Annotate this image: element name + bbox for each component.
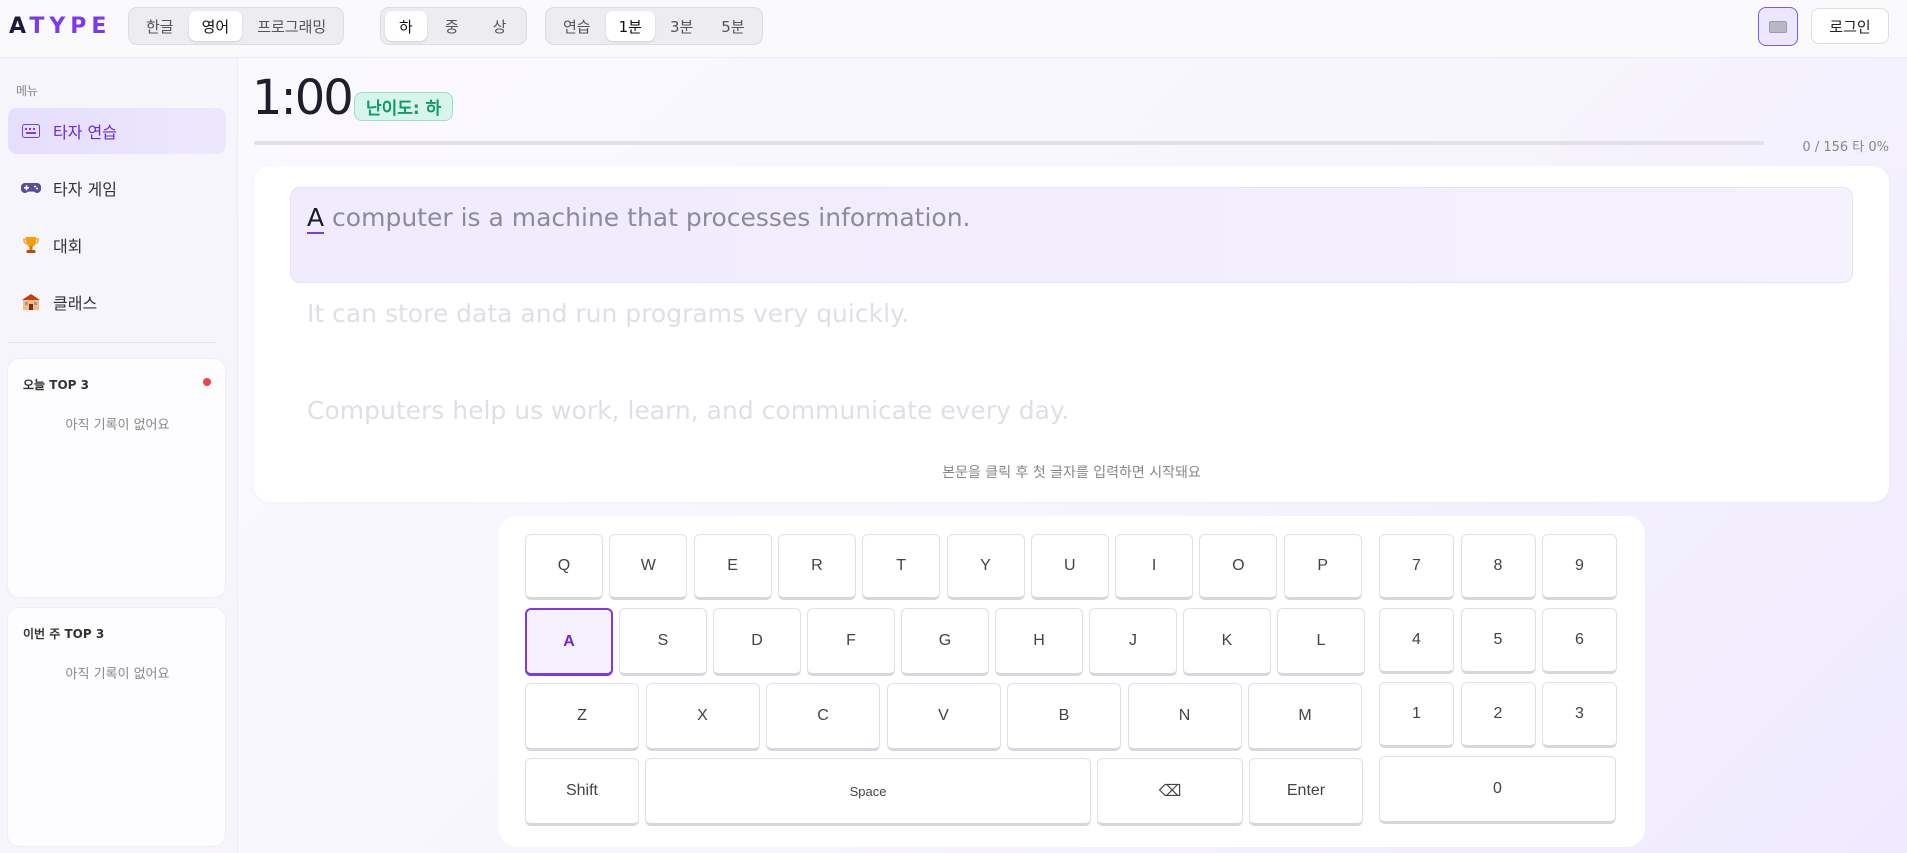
sidebar-item-label: 타자 연습 [53,123,117,142]
tab-korean[interactable]: 한글 [133,11,187,41]
today-top3-title: 오늘 TOP 3 [23,378,89,392]
key-3[interactable]: 3 [1542,682,1617,748]
virtual-keyboard: Q W E R T Y U I O P A S D F G H J K L Z X C V B N M Shift Space ⌫ Ent… [499,516,1645,847]
key-0[interactable]: 0 [1379,756,1616,824]
key-i[interactable]: I [1115,534,1194,600]
sidebar-item-contest[interactable]: 대회 [8,222,226,268]
key-g[interactable]: G [901,608,989,676]
today-top3-card: 오늘 TOP 3 아직 기록이 없어요 [7,358,226,598]
tab-1min[interactable]: 1분 [605,11,655,41]
tab-difficulty-low[interactable]: 하 [385,11,427,41]
week-top3-empty: 아직 기록이 없어요 [65,667,170,682]
key-2[interactable]: 2 [1460,682,1536,748]
school-icon [21,292,41,312]
tab-english[interactable]: 영어 [188,11,243,41]
text-line-next: It can store data and run programs very … [307,299,910,328]
key-backspace[interactable]: ⌫ [1097,758,1243,826]
key-n[interactable]: N [1127,683,1242,751]
key-o[interactable]: O [1199,534,1278,600]
key-q[interactable]: Q [525,534,603,600]
key-shift[interactable]: Shift [525,758,639,826]
trophy-icon [21,235,41,255]
timer: 1:00 [252,70,354,126]
key-f[interactable]: F [807,608,895,676]
key-5[interactable]: 5 [1460,608,1536,674]
typing-text-panel[interactable]: A computer is a machine that processes i… [254,166,1889,502]
sidebar-item-class[interactable]: 클래스 [8,279,226,325]
language-selector: 한글 영어 프로그래밍 [128,7,345,45]
sidebar-item-label: 대회 [53,237,83,256]
key-p[interactable]: P [1283,534,1362,600]
key-u[interactable]: U [1030,534,1109,600]
tab-difficulty-high[interactable]: 상 [477,11,523,41]
key-7[interactable]: 7 [1379,534,1454,600]
difficulty-selector: 하 중 상 [380,7,528,45]
key-x[interactable]: X [645,683,760,751]
tab-programming[interactable]: 프로그래밍 [244,11,339,41]
text-line-upcoming: Computers help us work, learn, and commu… [307,396,1070,425]
keyboard-toggle-button[interactable] [1758,7,1798,46]
text-line-current-rest: computer is a machine that processes inf… [324,203,971,232]
tab-3min[interactable]: 3분 [657,11,706,41]
key-k[interactable]: K [1183,608,1271,676]
key-t[interactable]: T [862,534,941,600]
sidebar-item-typing-game[interactable]: 타자 게임 [8,165,226,211]
week-top3-card: 이번 주 TOP 3 아직 기록이 없어요 [7,607,226,847]
key-y[interactable]: Y [946,534,1025,600]
key-4[interactable]: 4 [1379,608,1454,674]
key-r[interactable]: R [777,534,856,600]
key-enter[interactable]: Enter [1249,758,1363,826]
login-button[interactable]: 로그인 [1811,8,1889,44]
today-top3-empty: 아직 기록이 없어요 [65,418,170,433]
active-line-highlight [290,187,1853,283]
sidebar: 메뉴 타자 연습 타자 게임 대회 클래스 오늘 TOP 3 아직 기록이 없어… [0,58,238,853]
key-6[interactable]: 6 [1542,608,1617,674]
key-a[interactable]: A [525,608,613,676]
key-s[interactable]: S [619,608,707,676]
key-j[interactable]: J [1089,608,1177,676]
week-top3-title: 이번 주 TOP 3 [23,627,105,641]
cursor-char: A [307,203,325,234]
progress-bar [254,141,1764,145]
keyboard-icon [1769,20,1787,33]
keyboard-icon [21,121,41,141]
tab-practice[interactable]: 연습 [550,11,604,41]
tab-difficulty-mid[interactable]: 중 [429,11,475,41]
key-w[interactable]: W [609,534,688,600]
sidebar-divider [8,342,216,343]
key-1[interactable]: 1 [1379,682,1454,748]
key-space[interactable]: Space [645,758,1091,826]
sidebar-item-typing-practice[interactable]: 타자 연습 [8,108,226,154]
key-z[interactable]: Z [525,683,639,751]
tab-5min[interactable]: 5분 [708,11,757,41]
text-line-current: A computer is a machine that processes i… [307,203,971,234]
key-c[interactable]: C [766,683,880,751]
live-indicator-dot [203,378,211,386]
key-9[interactable]: 9 [1542,534,1617,600]
typing-stats: 0 / 156 타 0% [1802,140,1889,155]
key-d[interactable]: D [713,608,801,676]
key-m[interactable]: M [1248,683,1362,751]
key-e[interactable]: E [693,534,772,600]
key-l[interactable]: L [1277,608,1365,676]
key-b[interactable]: B [1007,683,1121,751]
key-v[interactable]: V [886,683,1001,751]
gamepad-icon [21,178,41,198]
logo[interactable]: ATYPE [9,14,111,39]
key-8[interactable]: 8 [1460,534,1536,600]
start-hint: 본문을 클릭 후 첫 글자를 입력하면 시작돼요 [942,465,1201,481]
mode-selector: 연습 1분 3분 5분 [545,7,763,45]
sidebar-item-label: 클래스 [53,294,98,313]
menu-label: 메뉴 [16,84,39,98]
difficulty-badge: 난이도: 하 [354,92,454,121]
top-header: ATYPE 한글 영어 프로그래밍 하 중 상 연습 1분 3분 5분 로그인 [0,0,1907,58]
sidebar-item-label: 타자 게임 [53,180,117,199]
key-h[interactable]: H [995,608,1083,676]
